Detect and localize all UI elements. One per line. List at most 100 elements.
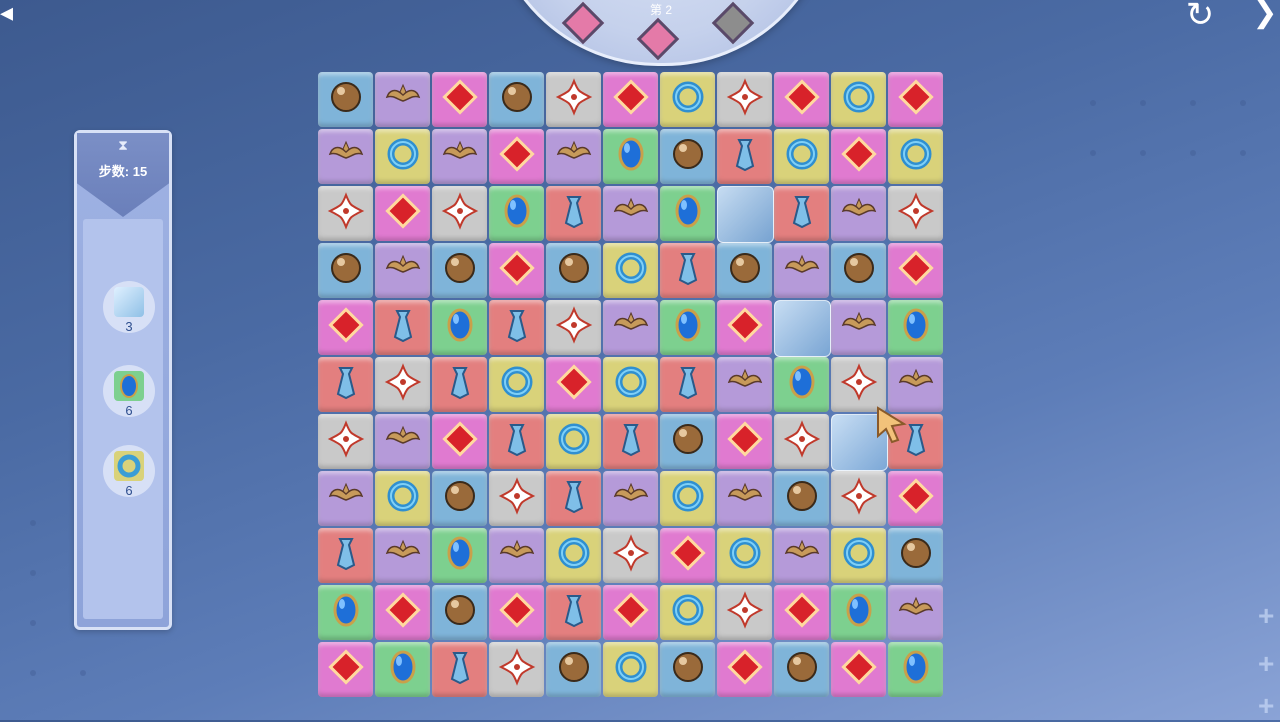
- mirror-tile[interactable]: [603, 129, 658, 184]
- mirror-tile[interactable]: [318, 585, 373, 640]
- flower-tile[interactable]: [375, 357, 430, 412]
- ball-tile[interactable]: [888, 528, 943, 583]
- diamond-tile[interactable]: [888, 471, 943, 526]
- ribbon-tile[interactable]: [717, 528, 772, 583]
- next-icon[interactable]: ❯: [1250, 0, 1280, 30]
- diamond-tile[interactable]: [831, 642, 886, 697]
- mirror-tile[interactable]: [660, 300, 715, 355]
- diamond-tile[interactable]: [432, 414, 487, 469]
- ribbon-tile[interactable]: [831, 528, 886, 583]
- ribbon-tile[interactable]: [546, 528, 601, 583]
- ribbon-tile[interactable]: [660, 72, 715, 127]
- ribbon-tile[interactable]: [489, 357, 544, 412]
- tie-tile[interactable]: [489, 414, 544, 469]
- mirror-tile[interactable]: [888, 642, 943, 697]
- flower-tile[interactable]: [831, 471, 886, 526]
- tie-tile[interactable]: [546, 186, 601, 241]
- ball-tile[interactable]: [318, 72, 373, 127]
- wings-tile[interactable]: [717, 357, 772, 412]
- diamond-tile[interactable]: [546, 357, 601, 412]
- wings-tile[interactable]: [546, 129, 601, 184]
- tie-tile[interactable]: [318, 528, 373, 583]
- diamond-tile[interactable]: [375, 186, 430, 241]
- wings-tile[interactable]: [774, 243, 829, 298]
- ball-tile[interactable]: [774, 642, 829, 697]
- flower-tile[interactable]: [888, 186, 943, 241]
- wings-tile[interactable]: [375, 414, 430, 469]
- diamond-tile[interactable]: [489, 243, 544, 298]
- flower-tile[interactable]: [603, 528, 658, 583]
- tie-tile[interactable]: [546, 585, 601, 640]
- ball-tile[interactable]: [432, 585, 487, 640]
- flower-tile[interactable]: [546, 72, 601, 127]
- ribbon-tile[interactable]: [603, 357, 658, 412]
- ice-block[interactable]: [774, 300, 831, 357]
- ball-tile[interactable]: [660, 642, 715, 697]
- wings-tile[interactable]: [375, 243, 430, 298]
- wings-tile[interactable]: [375, 72, 430, 127]
- diamond-tile[interactable]: [717, 414, 772, 469]
- tie-tile[interactable]: [717, 129, 772, 184]
- wings-tile[interactable]: [489, 528, 544, 583]
- ribbon-tile[interactable]: [888, 129, 943, 184]
- diamond-tile[interactable]: [489, 129, 544, 184]
- flower-tile[interactable]: [717, 72, 772, 127]
- diamond-tile[interactable]: [603, 585, 658, 640]
- ribbon-tile[interactable]: [774, 129, 829, 184]
- ribbon-tile[interactable]: [660, 585, 715, 640]
- tie-tile[interactable]: [774, 186, 829, 241]
- ribbon-tile[interactable]: [831, 72, 886, 127]
- diamond-tile[interactable]: [375, 585, 430, 640]
- mirror-tile[interactable]: [432, 300, 487, 355]
- diamond-tile[interactable]: [774, 585, 829, 640]
- diamond-tile[interactable]: [831, 129, 886, 184]
- tie-tile[interactable]: [432, 357, 487, 412]
- restart-icon[interactable]: ↻: [1182, 0, 1218, 34]
- tie-tile[interactable]: [660, 357, 715, 412]
- ball-tile[interactable]: [774, 471, 829, 526]
- flower-tile[interactable]: [318, 414, 373, 469]
- flower-tile[interactable]: [774, 414, 829, 469]
- tie-tile[interactable]: [546, 471, 601, 526]
- mirror-tile[interactable]: [831, 585, 886, 640]
- tie-tile[interactable]: [660, 243, 715, 298]
- wings-tile[interactable]: [375, 528, 430, 583]
- mirror-tile[interactable]: [660, 186, 715, 241]
- ball-tile[interactable]: [831, 243, 886, 298]
- tie-tile[interactable]: [432, 642, 487, 697]
- flower-tile[interactable]: [546, 300, 601, 355]
- ball-tile[interactable]: [318, 243, 373, 298]
- ball-tile[interactable]: [546, 642, 601, 697]
- mirror-tile[interactable]: [774, 357, 829, 412]
- wings-tile[interactable]: [603, 471, 658, 526]
- wings-tile[interactable]: [318, 471, 373, 526]
- diamond-tile[interactable]: [318, 642, 373, 697]
- mirror-tile[interactable]: [375, 642, 430, 697]
- flower-tile[interactable]: [318, 186, 373, 241]
- ball-tile[interactable]: [489, 72, 544, 127]
- wings-tile[interactable]: [831, 186, 886, 241]
- ribbon-tile[interactable]: [546, 414, 601, 469]
- flower-tile[interactable]: [717, 585, 772, 640]
- flower-tile[interactable]: [432, 186, 487, 241]
- ribbon-tile[interactable]: [603, 642, 658, 697]
- diamond-tile[interactable]: [888, 72, 943, 127]
- ribbon-tile[interactable]: [660, 471, 715, 526]
- mirror-tile[interactable]: [888, 300, 943, 355]
- ribbon-tile[interactable]: [375, 471, 430, 526]
- wings-tile[interactable]: [774, 528, 829, 583]
- tie-tile[interactable]: [603, 414, 658, 469]
- tie-tile[interactable]: [489, 300, 544, 355]
- flower-tile[interactable]: [489, 471, 544, 526]
- ball-tile[interactable]: [432, 243, 487, 298]
- back-icon[interactable]: ◂: [0, 0, 22, 30]
- wings-tile[interactable]: [603, 300, 658, 355]
- mirror-tile[interactable]: [489, 186, 544, 241]
- ball-tile[interactable]: [660, 129, 715, 184]
- diamond-tile[interactable]: [489, 585, 544, 640]
- ribbon-tile[interactable]: [603, 243, 658, 298]
- diamond-tile[interactable]: [432, 72, 487, 127]
- wings-tile[interactable]: [888, 585, 943, 640]
- diamond-tile[interactable]: [717, 300, 772, 355]
- ball-tile[interactable]: [660, 414, 715, 469]
